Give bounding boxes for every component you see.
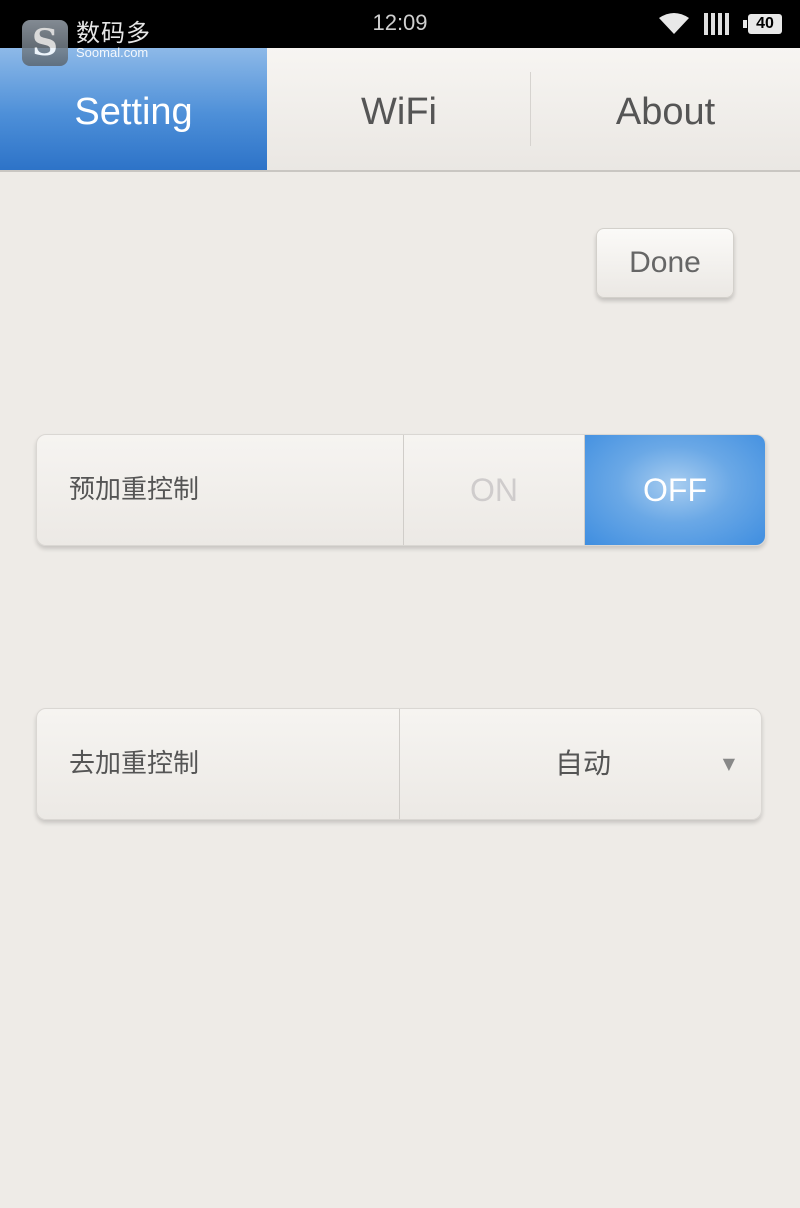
pre-emphasis-row: 预加重控制 ON OFF: [36, 434, 766, 546]
done-button[interactable]: Done: [596, 228, 734, 298]
de-emphasis-select[interactable]: 自动: [401, 709, 761, 819]
signal-icon: [704, 13, 732, 35]
wifi-icon: [659, 13, 689, 34]
watermark-text-en: Soomal.com: [76, 45, 149, 60]
battery-icon: 40: [743, 14, 782, 34]
pre-emphasis-label: 预加重控制: [69, 475, 200, 505]
pre-emphasis-on-button[interactable]: ON: [404, 435, 584, 545]
dropdown-arrow-icon[interactable]: ▼: [723, 709, 735, 819]
tab-about[interactable]: About: [531, 48, 800, 170]
watermark-logo-icon: S: [22, 20, 68, 66]
tab-wifi[interactable]: WiFi: [267, 48, 531, 170]
de-emphasis-row: 去加重控制 自动 ▼: [36, 708, 762, 820]
status-icons: 40: [658, 12, 782, 36]
watermark: S 数码多 Soomal.com: [22, 20, 151, 68]
row-divider: [399, 709, 400, 819]
de-emphasis-label: 去加重控制: [69, 749, 200, 779]
pre-emphasis-off-button[interactable]: OFF: [585, 435, 765, 545]
watermark-text-cn: 数码多: [76, 19, 151, 47]
